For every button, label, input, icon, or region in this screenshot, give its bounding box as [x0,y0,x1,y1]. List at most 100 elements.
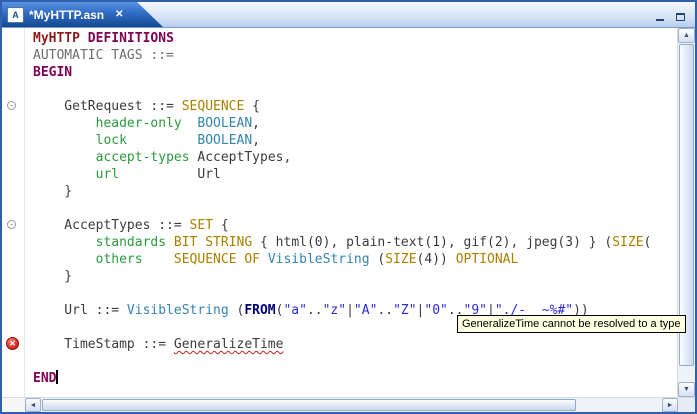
code-line: AUTOMATIC TAGS ::= [33,47,677,64]
asn-file-icon: A [7,7,24,23]
window-controls [653,2,695,27]
code-editor[interactable]: MyHTTP DEFINITIONS AUTOMATIC TAGS ::= BEGI… [25,28,677,397]
code-line: accept-types AcceptTypes, [33,149,677,166]
error-tooltip: GeneralizeTime cannot be resolved to a t… [457,315,686,333]
code-token: , [252,133,261,148]
horizontal-scroll-track[interactable] [41,398,662,412]
code-token: { html(0), plain-text(1), gif(2), jpeg(3… [252,235,613,250]
code-token: GeneralizeTime [173,337,284,352]
code-token: DEFINITIONS [87,31,174,46]
code-token: FROM [244,303,276,318]
code-token: lock [95,133,127,148]
code-line: BEGIN [33,64,677,81]
code-token: header-only [95,116,182,131]
code-line: lock BOOLEAN, [33,132,677,149]
code-token: ( [369,252,386,267]
code-line: AcceptTypes ::= SET { [33,217,677,234]
code-token: url [95,167,120,182]
left-arrow-icon: ◄ [29,401,37,409]
code-token: SIZE [612,235,644,250]
code-token: Url ::= [33,303,127,318]
fold-collapse-icon[interactable]: - [7,101,16,110]
code-token: MyHTTP [33,31,80,46]
code-line: others SEQUENCE OF VisibleString (SIZE(4… [33,251,677,268]
code-line: GetRequest ::= SEQUENCE { [33,98,677,115]
maximize-icon [675,12,685,21]
code-token: "Z" [393,303,417,318]
code-token: AUTOMATIC TAGS ::= [33,48,174,63]
tab-myhttp-asn[interactable]: A *MyHTTP.asn ✕ [2,2,163,27]
minimize-button[interactable] [653,9,667,21]
editor-area: - - ✕ MyHTTP DEFINITIONS AUTOMATIC TAGS ::=… [2,28,695,397]
down-arrow-icon: ▼ [683,386,690,393]
code-token: AcceptTypes ::= [33,218,190,233]
code-line: } [33,268,677,285]
horizontal-scrollbar[interactable]: ◄ ► [25,398,678,412]
code-token: Url [119,167,221,182]
code-token: } [33,184,73,199]
code-token: SEQUENCE OF [173,252,260,267]
code-token: VisibleString [267,252,370,267]
code-token: SEQUENCE [181,99,245,114]
code-token: .. [377,303,394,318]
scroll-up-button[interactable]: ▲ [678,28,695,43]
code-token: "z" [322,303,347,318]
code-line: TimeStamp ::= GeneralizeTime [33,336,677,353]
vertical-scrollbar[interactable]: ▲ ▼ [677,28,695,397]
code-token: BIT STRING [173,235,253,250]
code-token: SET [189,218,214,233]
code-token: { [213,218,229,233]
code-token: others [95,252,143,267]
text-caret [56,370,59,384]
horizontal-scrollbar-row: ◄ ► [2,397,695,412]
code-token: | [346,303,354,318]
tab-close-icon[interactable]: ✕ [115,9,123,20]
horizontal-scroll-thumb[interactable] [42,399,577,411]
code-token: standards [95,235,167,250]
fold-collapse-icon[interactable]: - [7,220,16,229]
code-line: MyHTTP DEFINITIONS [33,30,677,47]
minimize-icon [656,16,664,21]
code-token: VisibleString [126,303,229,318]
editor-window: A *MyHTTP.asn ✕ - - ✕ MyHTTP DEFINITIONS AU… [0,0,697,414]
code-token: GetRequest ::= [33,99,182,114]
code-token: ( [643,235,652,250]
code-token: BOOLEAN [197,116,253,131]
code-token: "0" [424,303,448,318]
code-line: } [33,183,677,200]
error-marker-icon[interactable]: ✕ [6,337,19,350]
code-line: header-only BOOLEAN, [33,115,677,132]
code-line: url Url [33,166,677,183]
code-token: BOOLEAN [197,133,253,148]
maximize-button[interactable] [673,9,687,21]
code-line: END [33,370,677,387]
bottom-right-corner [678,398,695,412]
scroll-down-button[interactable]: ▼ [678,382,695,397]
code-token: END [33,371,57,386]
right-arrow-icon: ► [666,401,674,409]
code-token: TimeStamp ::= [33,337,174,352]
code-token: ( [228,303,245,318]
scroll-left-button[interactable]: ◄ [25,398,41,412]
tab-title: *MyHTTP.asn [29,7,105,22]
code-token: , [252,116,260,131]
annotation-ruler[interactable]: - - ✕ [2,28,25,397]
code-token: BEGIN [33,65,73,80]
scroll-right-button[interactable]: ► [662,398,678,412]
bottom-left-corner [2,398,25,412]
code-token: } [33,269,73,284]
up-arrow-icon: ▲ [683,32,690,39]
